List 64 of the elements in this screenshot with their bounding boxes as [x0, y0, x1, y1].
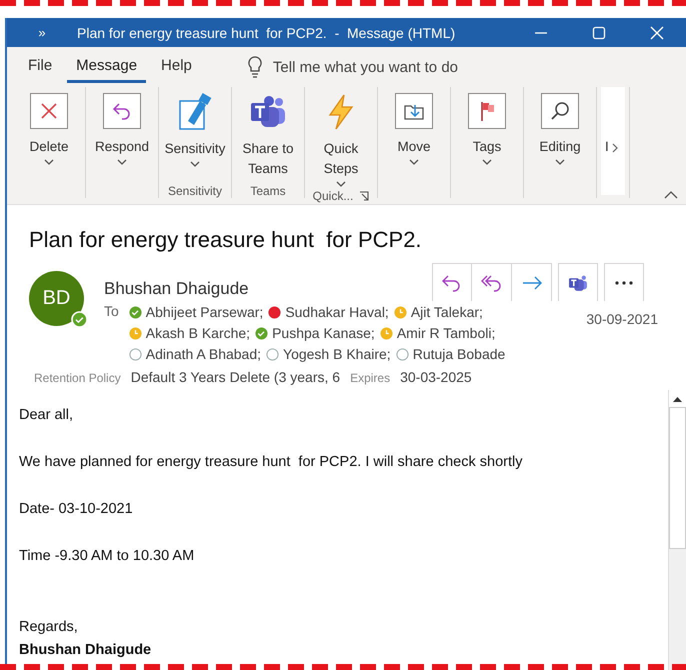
recipient-name[interactable]: Abhijeet Parsewar; [146, 303, 264, 322]
delete-button[interactable]: Delete [17, 87, 81, 198]
sent-date: 30-09-2021 [586, 311, 658, 327]
body-text: Regards, [19, 618, 79, 636]
respond-button[interactable]: Respond [90, 87, 154, 198]
recipient-name[interactable]: Amir R Tamboli; [396, 324, 496, 343]
signature-name: Bhushan Dhaigude [19, 641, 152, 660]
editing-button[interactable]: Editing [528, 87, 592, 198]
group-label: Sensitivity [168, 184, 222, 198]
expires-date: 30-03-2025 [400, 369, 472, 385]
sensitivity-button[interactable]: Sensitivity [163, 87, 227, 184]
retention-label: Retention Policy [34, 371, 121, 385]
body-text: Time -9.30 AM to 10.30 AM [19, 547, 196, 566]
recipient-name[interactable]: Sudhakar Haval; [285, 303, 389, 322]
recipient-name[interactable]: Akash B Karche; [146, 324, 250, 343]
teams-button[interactable] [558, 263, 598, 301]
recipient-name[interactable]: Pushpa Kanase; [272, 324, 375, 343]
minimize-icon [534, 32, 548, 34]
menu-tab[interactable]: Help [152, 51, 201, 83]
menu-tab[interactable]: File [19, 51, 62, 83]
sender-name[interactable]: Bhushan Dhaigude [104, 279, 249, 299]
body-text: We have planned for energy treasure hunt for PCP2. I will share check shortly [19, 453, 524, 472]
reply-icon [103, 93, 141, 129]
recipient-name[interactable]: Adinath A Bhabad; [146, 345, 262, 364]
flag-icon [468, 93, 506, 129]
presence-icon [71, 311, 88, 328]
group-label: Quick... [312, 189, 354, 203]
forward-button[interactable] [512, 263, 552, 301]
recipient-name[interactable]: Rutuja Bobade [412, 345, 506, 364]
move-icon [395, 93, 433, 129]
scroll-up-icon[interactable] [673, 396, 682, 402]
to-label: To [104, 303, 119, 321]
reply-all-button[interactable] [472, 263, 512, 301]
expires-label: Expires [350, 371, 390, 385]
scrollbar[interactable] [668, 390, 686, 670]
tell-me-field[interactable]: Tell me what you want to do [272, 58, 458, 76]
delete-icon [30, 93, 68, 129]
body-text: Dear all, [19, 406, 74, 425]
close-icon [650, 26, 664, 40]
dialog-launcher-icon[interactable] [359, 191, 370, 201]
quick-access-button[interactable]: » [7, 25, 77, 40]
quick-button[interactable]: Quick Steps [309, 87, 373, 189]
scroll-right-icon[interactable] [610, 143, 619, 153]
collapse-ribbon-icon[interactable] [664, 190, 678, 199]
reply-all-icon [480, 274, 502, 292]
window-title: Plan for energy treasure hunt for PCP2. - Message (HTML) [77, 24, 456, 40]
maximize-icon [592, 26, 606, 40]
more-icon [614, 280, 634, 284]
menu-tab[interactable]: Message [67, 51, 146, 83]
search-icon [541, 93, 579, 129]
lightbulb-icon [246, 56, 263, 78]
tags-button[interactable]: Tags [455, 87, 519, 198]
group-label: Teams [250, 184, 286, 198]
message-subject: Plan for energy treasure hunt for PCP2. [29, 227, 423, 253]
forward-icon [520, 276, 542, 290]
teams-button[interactable]: Share to Teams [236, 87, 300, 184]
move-button[interactable]: Move [382, 87, 446, 198]
reply-button[interactable] [432, 263, 472, 301]
recipient-name[interactable]: Yogesh B Khaire; [283, 345, 391, 364]
ribbon-button[interactable]: I [601, 87, 625, 195]
teams-icon [567, 272, 589, 292]
retention-value: Default 3 Years Delete (3 years, 6 [130, 369, 340, 385]
recipient-name[interactable]: Ajit Talekar; [410, 303, 483, 322]
body-text: Date- 03-10-2021 [19, 500, 134, 519]
